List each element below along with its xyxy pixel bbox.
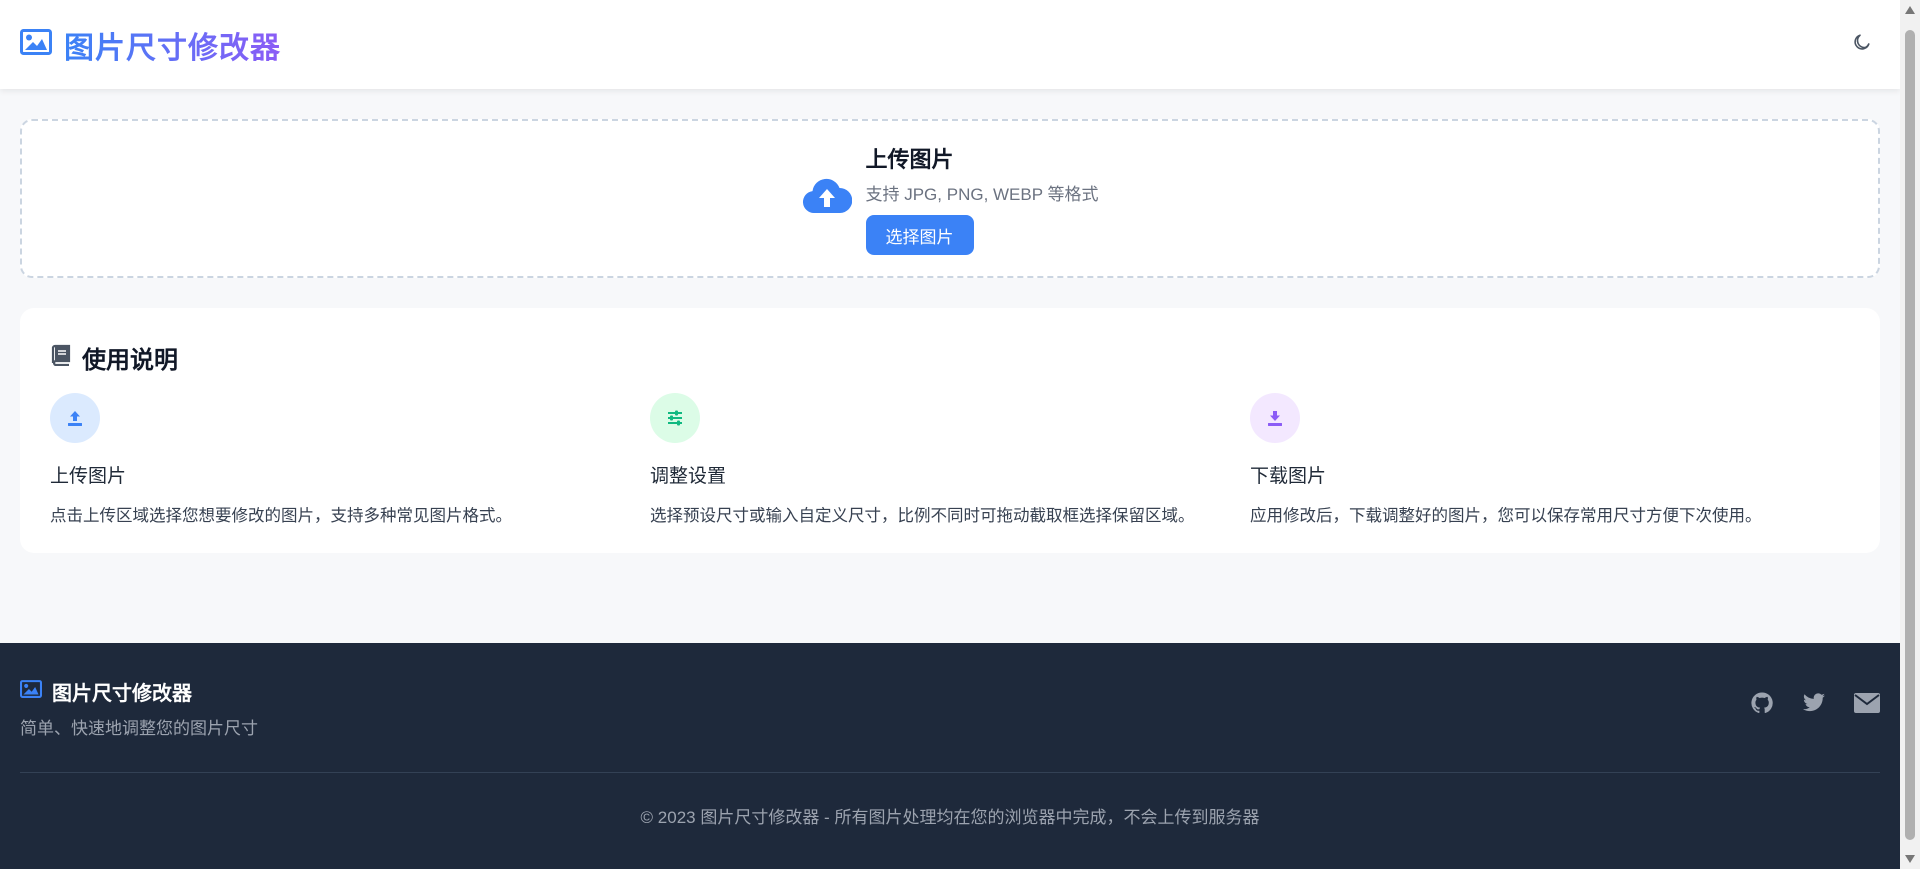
upload-title: 上传图片: [865, 147, 954, 172]
footer-top: 图片尺寸修改器 简单、快速地调整您的图片尺寸: [20, 643, 1880, 773]
upload-dropzone[interactable]: 上传图片 支持 JPG, PNG, WEBP 等格式 选择图片: [20, 119, 1880, 278]
mail-icon[interactable]: [1854, 692, 1880, 713]
instructions-card: 使用说明 上传图片 点击上传区域选择您想要修改的图片，支持多种常见图片格式。 调…: [20, 308, 1880, 553]
step-adjust: 调整设置 选择预设尺寸或输入自定义尺寸，比例不同时可拖动截取框选择保留区域。: [650, 393, 1250, 526]
step-title: 上传图片: [50, 466, 127, 487]
instructions-header: 使用说明: [50, 340, 1850, 375]
scroll-thumb[interactable]: [1905, 30, 1915, 840]
footer-tagline: 简单、快速地调整您的图片尺寸: [20, 718, 258, 738]
sliders-icon: [650, 393, 700, 443]
step-upload: 上传图片 点击上传区域选择您想要修改的图片，支持多种常见图片格式。: [50, 393, 650, 526]
step-description: 应用修改后，下载调整好的图片，您可以保存常用尺寸方便下次使用。: [1250, 507, 1762, 525]
copyright-text: © 2023 图片尺寸修改器 - 所有图片处理均在您的浏览器中完成，不会上传到服…: [640, 808, 1260, 827]
scroll-up-arrow[interactable]: [1905, 6, 1915, 14]
brand[interactable]: 图片尺寸修改器: [20, 23, 281, 67]
page: 图片尺寸修改器 上传图片 支持 JPG, PNG, WEBP 等格式 选择图片: [0, 0, 1900, 869]
cloud-upload-icon: [802, 177, 852, 220]
image-icon: [20, 679, 42, 703]
theme-toggle-button[interactable]: [1844, 27, 1880, 63]
image-icon: [20, 29, 52, 60]
footer-brand-row: 图片尺寸修改器: [20, 677, 258, 706]
footer-brand: 图片尺寸修改器 简单、快速地调整您的图片尺寸: [20, 677, 258, 739]
social-links: [1750, 691, 1880, 715]
upload-text: 上传图片 支持 JPG, PNG, WEBP 等格式 选择图片: [865, 142, 1099, 255]
moon-icon: [1852, 32, 1872, 57]
github-icon[interactable]: [1750, 691, 1774, 715]
upload-icon: [50, 393, 100, 443]
scroll-down-arrow[interactable]: [1905, 855, 1915, 863]
step-description: 选择预设尺寸或输入自定义尺寸，比例不同时可拖动截取框选择保留区域。: [650, 507, 1195, 525]
instructions-title: 使用说明: [82, 347, 178, 374]
step-description: 点击上传区域选择您想要修改的图片，支持多种常见图片格式。: [50, 507, 512, 525]
app-title: 图片尺寸修改器: [64, 23, 281, 67]
step-title: 下载图片: [1250, 466, 1327, 487]
step-title: 调整设置: [650, 466, 727, 487]
app-header: 图片尺寸修改器: [0, 0, 1900, 89]
app-footer: 图片尺寸修改器 简单、快速地调整您的图片尺寸 © 2023 图片尺寸修改器 - …: [0, 643, 1900, 869]
scrollbar[interactable]: [1900, 0, 1920, 869]
download-icon: [1250, 393, 1300, 443]
step-download: 下载图片 应用修改后，下载调整好的图片，您可以保存常用尺寸方便下次使用。: [1250, 393, 1850, 526]
book-icon: [50, 344, 72, 371]
twitter-icon[interactable]: [1802, 692, 1826, 714]
footer-title: 图片尺寸修改器: [52, 682, 192, 705]
steps: 上传图片 点击上传区域选择您想要修改的图片，支持多种常见图片格式。 调整设置 选…: [50, 393, 1850, 526]
select-image-button[interactable]: 选择图片: [865, 215, 974, 255]
upload-formats: 支持 JPG, PNG, WEBP 等格式: [865, 185, 1099, 204]
